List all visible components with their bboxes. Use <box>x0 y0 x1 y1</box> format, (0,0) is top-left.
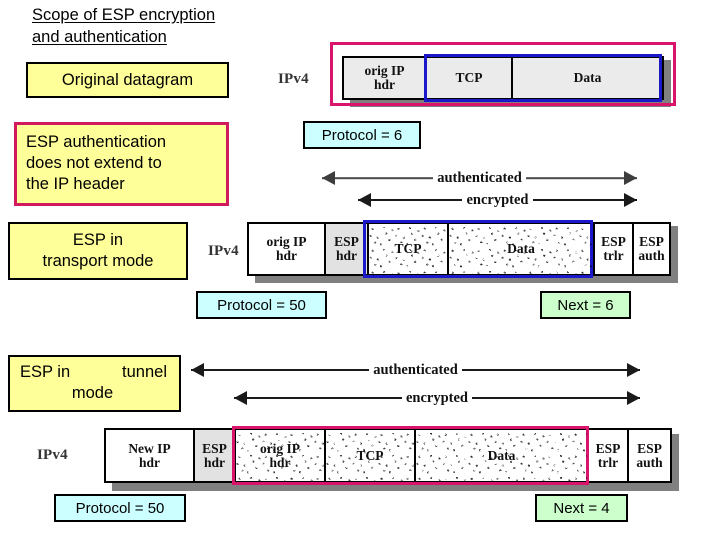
packet-field-tcp: TCP <box>324 428 416 483</box>
span-arrow-encrypted-label: encrypted <box>462 191 533 209</box>
arrow-head-right-icon <box>627 391 640 405</box>
page-title-line-2: and authentication <box>32 28 167 46</box>
span-arrow-authenticated-tunnel: authenticated <box>191 361 640 379</box>
callout-esp-tunnel-mode: ESP in tunnel mode <box>8 355 181 412</box>
packet-field-esp-trlr-line-2: trlr <box>597 454 619 470</box>
callout-esp-auth-note-line-1: ESP authentication <box>26 133 167 151</box>
span-arrow-authenticated-label: authenticated <box>369 361 462 379</box>
packet-field-esp-auth-line-1: ESP <box>637 440 662 456</box>
callout-esp-auth-note-line-3: the IP header <box>26 175 125 193</box>
callout-esp-tunnel-mode-line-2: mode <box>71 384 114 402</box>
span-arrow-encrypted-transport: encrypted <box>358 191 637 209</box>
callout-original-datagram: Original datagram <box>26 62 229 98</box>
arrow-head-left-icon <box>322 171 335 185</box>
span-arrow-authenticated-label: authenticated <box>433 169 526 187</box>
tag-protocol-50-transport-label: Protocol = 50 <box>217 296 306 314</box>
packet-field-tcp: TCP <box>367 222 449 276</box>
packet-field-data: Data <box>414 428 589 483</box>
span-arrow-encrypted-tunnel: encrypted <box>234 389 640 407</box>
packet-field-esp-auth: ESP auth <box>632 222 671 276</box>
packet-field-esp-trlr: ESP trlr <box>587 428 629 483</box>
arrow-head-left-icon <box>358 193 371 207</box>
packet-field-orig-ip-hdr-line-1: orig IP <box>266 234 307 249</box>
packet-field-esp-hdr-line-1: ESP <box>334 234 359 249</box>
callout-esp-transport-mode-line-1: ESP in <box>72 231 124 249</box>
packet-field-esp-auth-line-2: auth <box>638 248 665 263</box>
ipv4-label-transport: IPv4 <box>208 243 239 259</box>
callout-esp-auth-note-line-2: does not extend to <box>26 154 162 172</box>
span-arrow-encrypted-label: encrypted <box>401 389 472 407</box>
packet-esp-transport: orig IP hdr ESP hdr TCP Data ESP trlr ES… <box>247 222 671 276</box>
packet-field-orig-ip-hdr-line-2: hdr <box>269 454 291 470</box>
packet-field-esp-auth-line-2: auth <box>636 454 663 470</box>
packet-shadow-tunnel-right <box>671 434 679 491</box>
packet-field-esp-hdr: ESP hdr <box>193 428 236 483</box>
arrow-head-left-icon <box>191 363 204 377</box>
packet-shadow-transport-right <box>670 226 678 283</box>
arrow-head-right-icon <box>624 193 637 207</box>
callout-original-datagram-label: Original datagram <box>61 70 194 89</box>
packet-field-orig-ip-hdr-line-2: hdr <box>275 248 297 263</box>
packet-field-esp-trlr: ESP trlr <box>593 222 634 276</box>
packet-field-esp-auth: ESP auth <box>627 428 672 483</box>
tag-next-4: Next = 4 <box>535 494 628 522</box>
ipv4-label-tunnel: IPv4 <box>37 447 68 463</box>
packet-field-data-line-1: Data <box>573 70 602 85</box>
callout-esp-transport-mode-line-2: transport mode <box>42 252 154 270</box>
tag-next-6-label: Next = 6 <box>557 296 614 314</box>
packet-field-orig-ip-hdr: orig IP hdr <box>247 222 326 276</box>
packet-field-tcp-line-1: TCP <box>394 241 422 256</box>
packet-field-new-ip-hdr-line-1: New IP <box>128 440 171 456</box>
tag-next-4-label: Next = 4 <box>553 499 610 517</box>
arrow-head-right-icon <box>624 171 637 185</box>
packet-field-tcp: TCP <box>425 56 513 100</box>
ipv4-label-original: IPv4 <box>278 71 309 87</box>
packet-field-data-line-1: Data <box>507 241 535 256</box>
span-arrow-authenticated-transport: authenticated <box>322 169 637 187</box>
tag-protocol-50-tunnel: Protocol = 50 <box>54 494 186 522</box>
tag-protocol-6-label: Protocol = 6 <box>321 126 403 144</box>
packet-field-orig-ip-hdr-line-2: hdr <box>373 77 395 92</box>
page-title-line-1: Scope of ESP encryption <box>32 6 216 24</box>
tag-protocol-50-tunnel-label: Protocol = 50 <box>75 499 165 517</box>
packet-field-orig-ip-hdr: orig IP hdr <box>342 56 427 100</box>
packet-esp-tunnel: New IP hdr ESP hdr orig IP hdr TCP Data <box>104 428 672 483</box>
packet-field-orig-ip-hdr-line-1: orig IP <box>259 440 301 456</box>
packet-field-esp-hdr-line-2: hdr <box>203 454 225 470</box>
packet-original-datagram: orig IP hdr TCP Data <box>342 56 664 100</box>
packet-field-orig-ip-hdr-line-1: orig IP <box>364 63 405 78</box>
packet-field-esp-hdr-line-2: hdr <box>335 248 357 263</box>
packet-field-data: Data <box>511 56 664 100</box>
packet-field-esp-auth-line-1: ESP <box>639 234 664 249</box>
callout-esp-tunnel-mode-line-1b: tunnel <box>122 363 167 381</box>
page-title: Scope of ESP encryption and authenticati… <box>32 4 292 48</box>
slide-canvas: Scope of ESP encryption and authenticati… <box>0 0 720 540</box>
arrow-head-right-icon <box>627 363 640 377</box>
packet-field-esp-trlr-line-1: ESP <box>601 234 626 249</box>
packet-field-tcp-line-1: TCP <box>356 447 384 463</box>
callout-esp-transport-mode: ESP in transport mode <box>8 222 188 280</box>
packet-field-data: Data <box>447 222 595 276</box>
packet-field-tcp-line-1: TCP <box>455 70 483 85</box>
callout-esp-auth-note: ESP authentication does not extend to th… <box>14 122 229 206</box>
tag-protocol-50-transport: Protocol = 50 <box>196 291 327 319</box>
packet-field-orig-ip-hdr: orig IP hdr <box>234 428 326 483</box>
packet-field-new-ip-hdr-line-2: hdr <box>138 454 160 470</box>
callout-esp-tunnel-mode-line-1a: ESP in <box>20 363 71 381</box>
packet-field-esp-hdr: ESP hdr <box>324 222 369 276</box>
tag-next-6: Next = 6 <box>540 291 631 319</box>
tag-protocol-6: Protocol = 6 <box>303 121 421 149</box>
arrow-head-left-icon <box>234 391 247 405</box>
packet-field-new-ip-hdr: New IP hdr <box>104 428 195 483</box>
packet-field-esp-trlr-line-1: ESP <box>595 440 621 456</box>
packet-field-esp-hdr-line-1: ESP <box>202 440 227 456</box>
packet-field-esp-trlr-line-2: trlr <box>603 248 624 263</box>
packet-field-data-line-1: Data <box>487 447 516 463</box>
